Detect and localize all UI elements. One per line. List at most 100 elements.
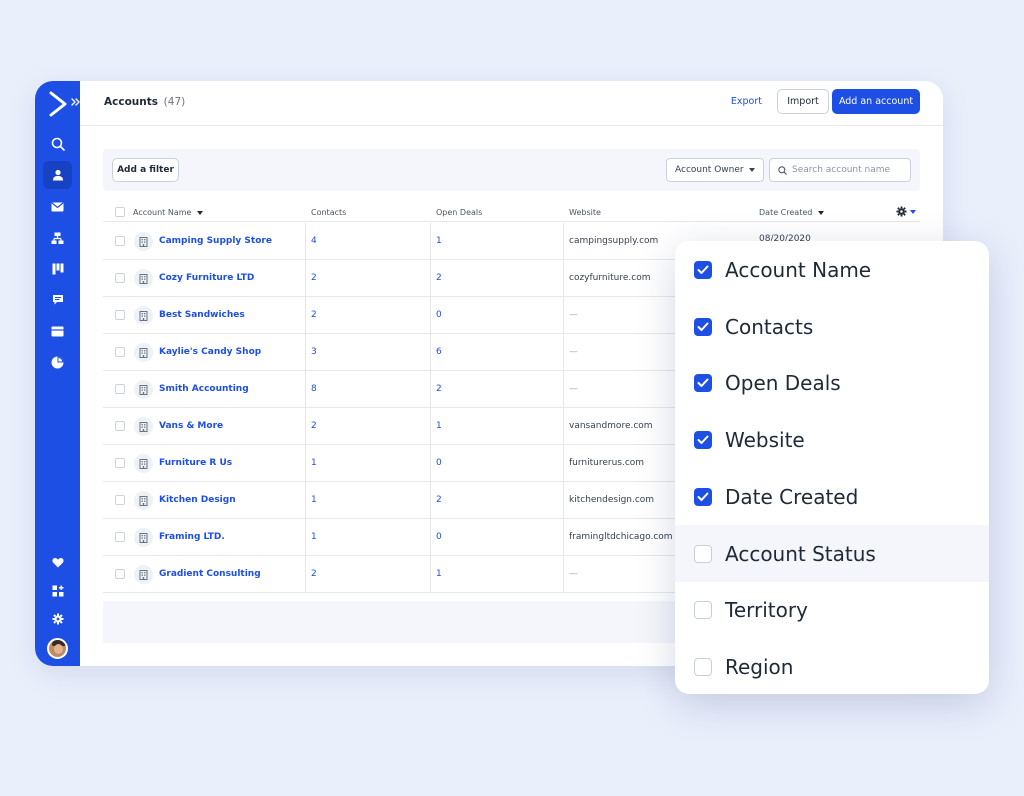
account-name-link[interactable]: Kaylie's Candy Shop: [159, 347, 261, 357]
account-name-link[interactable]: Camping Supply Store: [159, 236, 272, 246]
open-deals-link[interactable]: 2: [436, 495, 442, 505]
row-checkbox[interactable]: [115, 347, 125, 357]
column-option-account-status[interactable]: Account Status: [675, 525, 989, 582]
row-checkbox[interactable]: [115, 495, 125, 505]
search-icon[interactable]: [35, 131, 80, 157]
contacts-count-link[interactable]: 1: [311, 532, 317, 542]
row-checkbox[interactable]: [115, 310, 125, 320]
contacts-count-link[interactable]: 1: [311, 458, 317, 468]
contacts-count-link[interactable]: 1: [311, 495, 317, 505]
account-name-link[interactable]: Best Sandwiches: [159, 310, 245, 320]
column-option-territory[interactable]: Territory: [675, 581, 989, 638]
website-text: cozyfurniture.com: [569, 273, 651, 283]
column-option-label: Account Name: [725, 257, 872, 282]
row-checkbox[interactable]: [115, 532, 125, 542]
row-checkbox[interactable]: [115, 273, 125, 283]
column-option-date-created[interactable]: Date Created: [675, 468, 989, 525]
checkbox-unchecked[interactable]: [694, 657, 712, 676]
filter-bar: Add a filter Account Owner: [103, 149, 920, 191]
contacts-count-link[interactable]: 8: [311, 384, 317, 394]
column-header-contacts[interactable]: Contacts: [311, 208, 346, 217]
checkbox-checked[interactable]: [694, 487, 712, 506]
site-icon[interactable]: [35, 318, 80, 344]
column-option-label: Date Created: [725, 484, 859, 509]
search-input[interactable]: [792, 165, 902, 175]
heart-icon[interactable]: [35, 549, 80, 575]
contacts-count-link[interactable]: 4: [311, 236, 317, 246]
chevron-down-icon: [910, 209, 916, 214]
account-name-link[interactable]: Framing LTD.: [159, 532, 225, 542]
column-option-open-deals[interactable]: Open Deals: [675, 354, 989, 411]
settings-icon[interactable]: [35, 606, 80, 632]
account-name-link[interactable]: Furniture R Us: [159, 458, 232, 468]
automations-icon[interactable]: [35, 225, 80, 251]
column-option-label: Territory: [725, 597, 808, 622]
select-all-checkbox[interactable]: [115, 207, 125, 217]
reports-icon[interactable]: [35, 349, 80, 375]
checkbox-checked[interactable]: [694, 317, 712, 336]
checkbox-checked[interactable]: [694, 260, 712, 279]
account-name-link[interactable]: Gradient Consulting: [159, 569, 261, 579]
sidebar: [35, 81, 80, 666]
row-checkbox[interactable]: [115, 384, 125, 394]
open-deals-link[interactable]: 1: [436, 569, 442, 579]
search-field[interactable]: [769, 158, 911, 182]
column-option-website[interactable]: Website: [675, 411, 989, 468]
account-owner-label: Account Owner: [675, 165, 744, 175]
column-option-contacts[interactable]: Contacts: [675, 298, 989, 355]
open-deals-link[interactable]: 0: [436, 458, 442, 468]
logo-icon[interactable]: [47, 91, 69, 117]
checkbox-unchecked[interactable]: [694, 544, 712, 563]
row-checkbox[interactable]: [115, 236, 125, 246]
column-header-open-deals[interactable]: Open Deals: [436, 208, 482, 217]
column-header-account-name[interactable]: Account Name: [133, 208, 204, 217]
page-title: Accounts (47): [104, 96, 186, 108]
checkbox-checked[interactable]: [694, 430, 712, 449]
row-checkbox[interactable]: [115, 569, 125, 579]
contacts-count-link[interactable]: 3: [311, 347, 317, 357]
open-deals-link[interactable]: 0: [436, 532, 442, 542]
add-account-button[interactable]: Add an account: [832, 89, 920, 114]
add-filter-button[interactable]: Add a filter: [112, 158, 179, 182]
checkbox-unchecked[interactable]: [694, 600, 712, 619]
column-option-region[interactable]: Region: [675, 638, 989, 694]
email-icon[interactable]: [35, 194, 80, 220]
apps-icon[interactable]: [35, 578, 80, 604]
open-deals-link[interactable]: 1: [436, 236, 442, 246]
open-deals-link[interactable]: 6: [436, 347, 442, 357]
contacts-count-link[interactable]: 2: [311, 273, 317, 283]
account-name-link[interactable]: Smith Accounting: [159, 384, 249, 394]
column-header-date-created[interactable]: Date Created: [759, 208, 825, 217]
account-name-link[interactable]: Kitchen Design: [159, 495, 236, 505]
import-button[interactable]: Import: [777, 89, 829, 114]
account-name-link[interactable]: Vans & More: [159, 421, 223, 431]
column-option-account-name[interactable]: Account Name: [675, 241, 989, 298]
column-option-label: Open Deals: [725, 370, 841, 395]
sort-icon: [818, 210, 825, 215]
open-deals-link[interactable]: 0: [436, 310, 442, 320]
open-deals-link[interactable]: 2: [436, 384, 442, 394]
deals-icon[interactable]: [35, 256, 80, 282]
website-text: —: [569, 310, 578, 320]
sort-icon: [197, 210, 204, 215]
account-owner-dropdown[interactable]: Account Owner: [666, 158, 764, 182]
search-icon: [778, 166, 787, 175]
gear-icon: [896, 206, 907, 217]
open-deals-link[interactable]: 1: [436, 421, 442, 431]
row-checkbox[interactable]: [115, 421, 125, 431]
conversations-icon[interactable]: [35, 287, 80, 313]
column-header-website[interactable]: Website: [569, 208, 601, 217]
account-name-link[interactable]: Cozy Furniture LTD: [159, 273, 254, 283]
column-settings-button[interactable]: [896, 206, 916, 217]
contacts-icon[interactable]: [35, 161, 80, 189]
building-icon: [134, 269, 153, 288]
building-icon: [134, 306, 153, 325]
export-link[interactable]: Export: [731, 96, 762, 107]
contacts-count-link[interactable]: 2: [311, 421, 317, 431]
contacts-count-link[interactable]: 2: [311, 569, 317, 579]
open-deals-link[interactable]: 2: [436, 273, 442, 283]
contacts-count-link[interactable]: 2: [311, 310, 317, 320]
row-checkbox[interactable]: [115, 458, 125, 468]
avatar[interactable]: [47, 638, 68, 659]
checkbox-checked[interactable]: [694, 373, 712, 392]
